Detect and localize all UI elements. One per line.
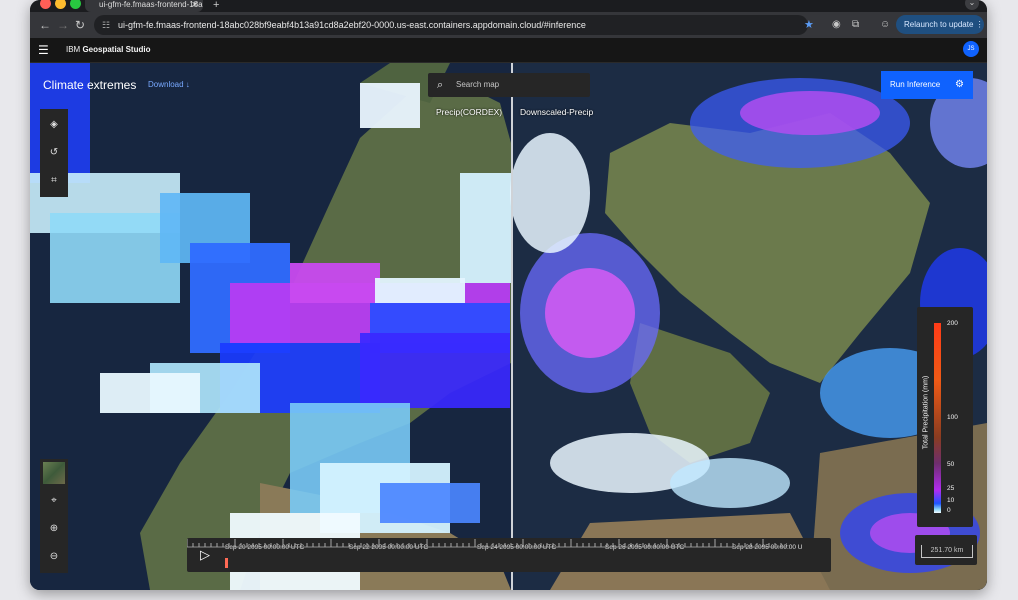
layers-icon[interactable]: ◈: [40, 111, 68, 139]
run-inference-button[interactable]: Run Inference ⚙: [881, 71, 973, 99]
legend-tick: 50: [947, 461, 955, 468]
tab-title: ui-gfm-fe.fmaas-frontend-18a: [99, 0, 203, 9]
back-icon[interactable]: ←: [39, 16, 51, 34]
page-title: Climate extremes: [43, 78, 137, 92]
settings-adjust-icon: ⚙: [955, 79, 964, 90]
left-layer-label: Precip(CORDEX): [436, 107, 503, 117]
reload-icon[interactable]: ↻: [75, 16, 85, 34]
search-placeholder: Search map: [456, 80, 500, 89]
minimize-window-button[interactable]: [55, 0, 66, 9]
site-info-icon[interactable]: ☷: [102, 15, 110, 35]
swipe-divider[interactable]: [511, 63, 513, 590]
scale-bar: 251.70 km: [915, 535, 977, 565]
zoom-out-icon[interactable]: ⊖: [40, 543, 68, 571]
relaunch-button[interactable]: Relaunch to update ⋮: [896, 15, 984, 34]
locate-icon[interactable]: ⌖: [40, 487, 68, 515]
tab-search-button[interactable]: ⌄: [965, 0, 979, 10]
history-icon[interactable]: ↺: [40, 139, 68, 167]
profile-icon[interactable]: ☺: [880, 15, 890, 35]
map-view[interactable]: Climate extremes Download ↓ ⌕ Search map…: [30, 63, 987, 590]
browser-toolbar: ← → ↻ ☷ ui-gfm-fe.fmaas-frontend-18abc02…: [30, 12, 987, 38]
extensions-puzzle-icon[interactable]: ⧉: [852, 15, 859, 35]
timeline-current-marker[interactable]: [225, 558, 228, 568]
timeline-panel: ▷ Sep 20 2095 00:00:00 UTC Sep 22 2095 0…: [187, 538, 831, 572]
browser-window: ui-gfm-fe.fmaas-frontend-18a ✕ + ⌄ ← → ↻…: [30, 0, 987, 590]
map-canvas: [30, 63, 987, 590]
download-link[interactable]: Download ↓: [148, 80, 190, 89]
legend-color-ramp: [934, 323, 941, 513]
address-bar[interactable]: ☷ ui-gfm-fe.fmaas-frontend-18abc028bf9ea…: [94, 15, 808, 35]
legend-title: Total Precipitation (mm): [922, 375, 930, 450]
map-nav-panel: ⌖ ⊕ ⊖: [40, 459, 68, 573]
app-header: ☰ IBM Geospatial Studio JS: [30, 38, 987, 63]
legend-tick: 10: [947, 497, 955, 504]
extension-icon[interactable]: ◉: [832, 15, 841, 35]
legend-tick: 0: [947, 507, 951, 514]
precipitation-legend: Total Precipitation (mm) 200 100 50 25 1…: [917, 307, 973, 527]
browser-tab[interactable]: ui-gfm-fe.fmaas-frontend-18a ✕: [85, 0, 203, 12]
legend-tick: 200: [947, 320, 958, 327]
url-text: ui-gfm-fe.fmaas-frontend-18abc028bf9eabf…: [118, 20, 586, 30]
search-icon: ⌕: [437, 79, 444, 91]
brand-name: Geospatial Studio: [82, 45, 151, 54]
scale-label: 251.70 km: [921, 545, 973, 558]
zoom-in-icon[interactable]: ⊕: [40, 515, 68, 543]
compare-icon[interactable]: ⌗: [40, 167, 68, 195]
legend-tick: 100: [947, 414, 958, 421]
legend-tick: 25: [947, 485, 955, 492]
new-tab-button[interactable]: +: [213, 0, 219, 11]
avatar[interactable]: JS: [963, 41, 979, 57]
close-tab-icon[interactable]: ✕: [191, 0, 198, 10]
maximize-window-button[interactable]: [70, 0, 81, 9]
timeline-track[interactable]: [187, 538, 787, 548]
hamburger-menu-icon[interactable]: ☰: [38, 42, 49, 58]
search-map-input[interactable]: ⌕ Search map: [428, 73, 590, 97]
right-layer-label: Downscaled-Precip: [520, 107, 594, 117]
brand-prefix: IBM: [66, 45, 83, 54]
run-inference-label: Run Inference: [890, 80, 941, 89]
bookmark-star-icon[interactable]: ★: [804, 15, 814, 35]
basemap-thumbnail[interactable]: [43, 462, 65, 484]
tab-strip: ui-gfm-fe.fmaas-frontend-18a ✕ + ⌄: [30, 0, 987, 12]
forward-icon[interactable]: →: [57, 16, 69, 34]
map-tools-panel: ◈ ↺ ⌗: [40, 109, 68, 197]
close-window-button[interactable]: [40, 0, 51, 9]
app-brand[interactable]: IBM Geospatial Studio: [66, 38, 150, 62]
